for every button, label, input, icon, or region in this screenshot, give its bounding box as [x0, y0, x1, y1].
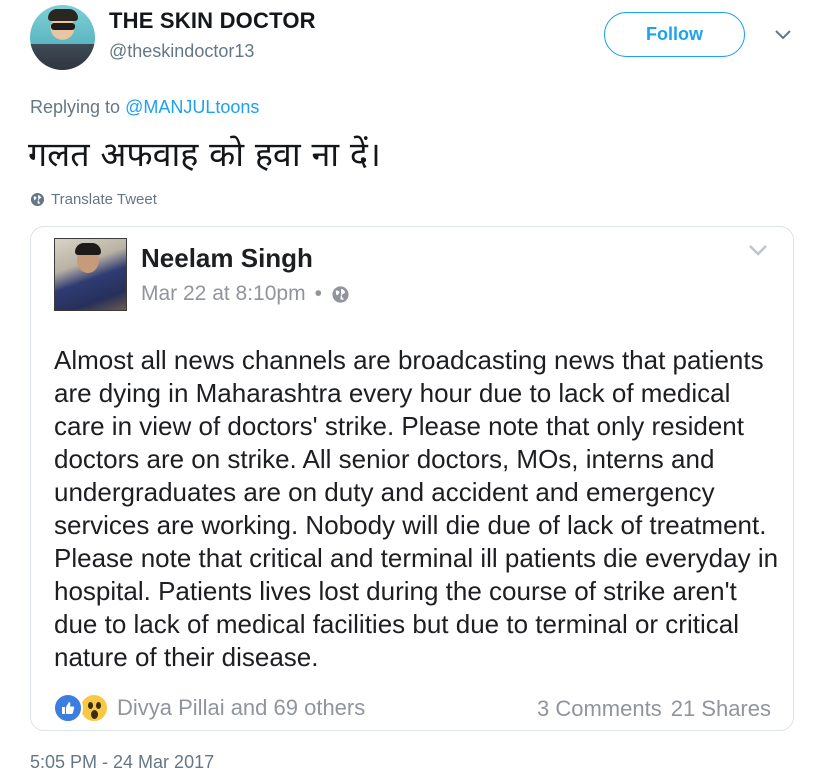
- globe-icon: [332, 285, 349, 303]
- reply-mention-link[interactable]: @MANJULtoons: [125, 97, 259, 117]
- card-author-photo[interactable]: [54, 238, 127, 311]
- card-meta: Mar 22 at 8:10pm •: [141, 282, 350, 306]
- translate-tweet-link[interactable]: Translate Tweet: [30, 191, 157, 208]
- reactions-text[interactable]: Divya Pillai and 69 others: [117, 695, 365, 721]
- tweet-timestamp[interactable]: 5:05 PM - 24 Mar 2017: [30, 752, 214, 773]
- post-stats: 3 Comments 21 Shares: [537, 696, 771, 722]
- card-photo-hair: [75, 243, 101, 255]
- replying-to-label: Replying to: [30, 97, 121, 117]
- reactions-summary[interactable]: Divya Pillai and 69 others: [53, 693, 365, 723]
- card-post-date[interactable]: Mar 22 at 8:10pm: [141, 282, 306, 306]
- user-handle[interactable]: @theskindoctor13: [109, 41, 254, 62]
- translate-tweet-label: Translate Tweet: [51, 191, 157, 208]
- wow-eye-right: [96, 702, 101, 709]
- wow-eye-left: [88, 702, 93, 709]
- shares-count[interactable]: 21 Shares: [671, 696, 771, 722]
- embedded-post-card[interactable]: Neelam Singh Mar 22 at 8:10pm • Almost a…: [30, 226, 794, 731]
- wow-reaction-icon: [79, 693, 109, 723]
- like-reaction-icon: [53, 693, 83, 723]
- tweet-text: गलत अफवाह को हवा ना दें।: [28, 135, 381, 175]
- replying-to: Replying to @MANJULtoons: [30, 97, 259, 118]
- globe-icon: [30, 192, 45, 207]
- card-meta-separator: •: [314, 282, 322, 305]
- follow-button[interactable]: Follow: [604, 12, 745, 57]
- avatar-sunglasses: [51, 23, 75, 30]
- card-author-name[interactable]: Neelam Singh: [141, 243, 313, 274]
- display-name[interactable]: THE SKIN DOCTOR: [109, 8, 316, 34]
- comments-count[interactable]: 3 Comments: [537, 696, 662, 722]
- avatar-hair: [48, 9, 78, 21]
- profile-avatar[interactable]: [30, 5, 95, 70]
- card-post-body: Almost all news channels are broadcastin…: [54, 345, 779, 672]
- caret-down-icon[interactable]: [774, 28, 792, 42]
- wow-mouth: [91, 710, 98, 719]
- caret-down-icon[interactable]: [748, 243, 768, 257]
